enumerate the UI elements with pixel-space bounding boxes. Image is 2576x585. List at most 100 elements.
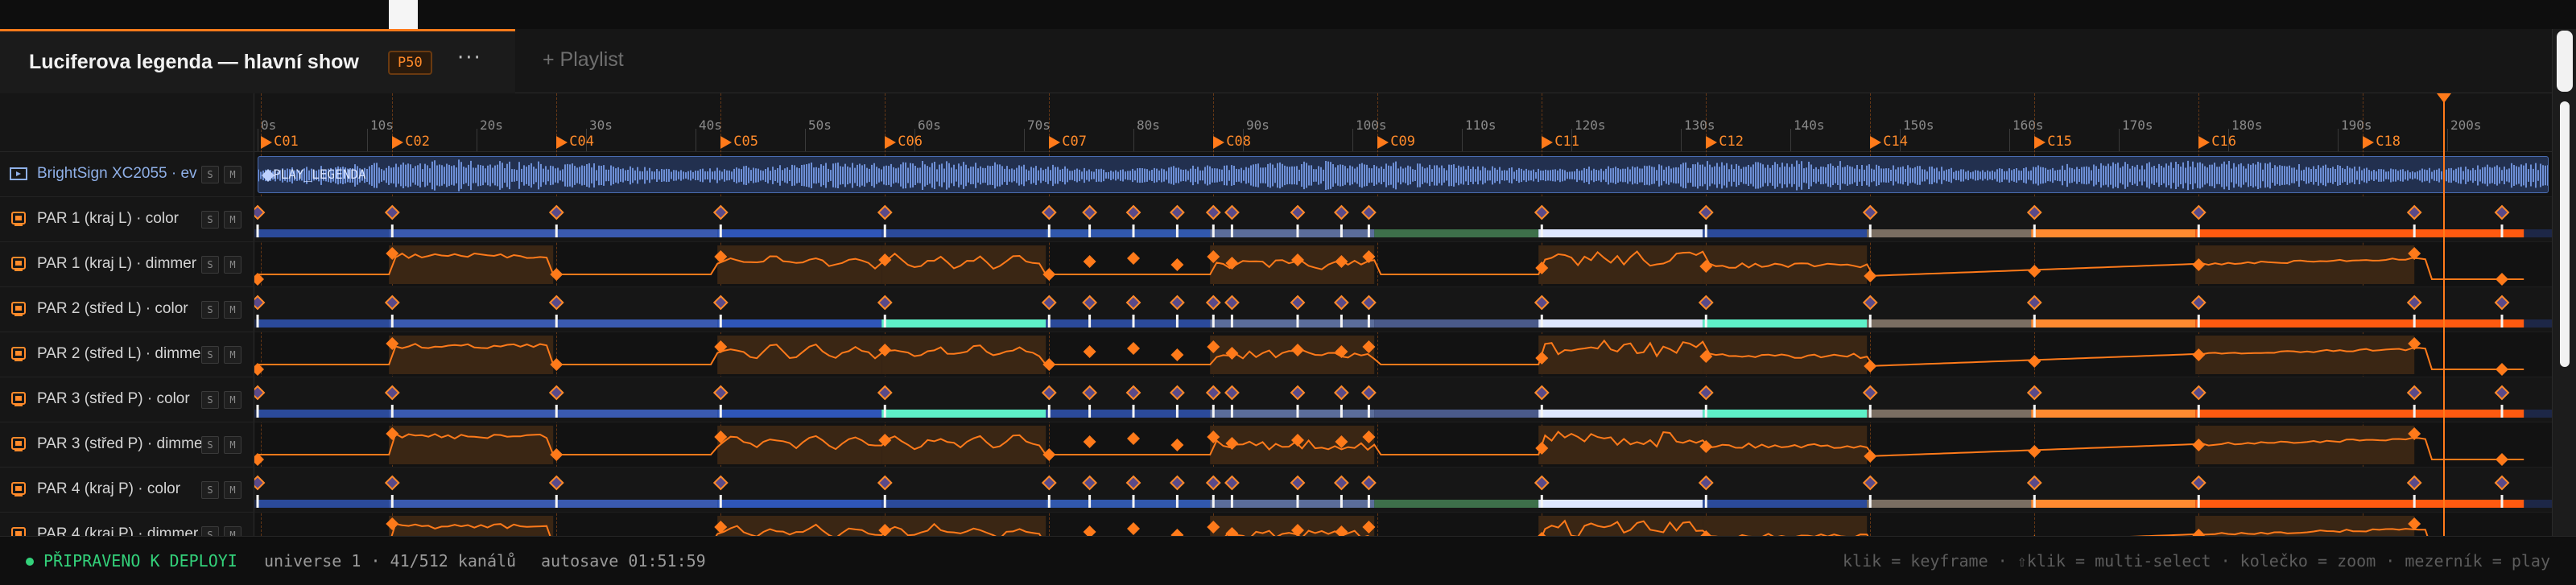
keyframe-icon: [2496, 453, 2508, 466]
cue-label[interactable]: C05: [720, 134, 758, 150]
ruler-tick-label: 170s: [2122, 117, 2153, 133]
keyframe-icon: [712, 385, 729, 401]
keyframe-icon: [1698, 475, 1714, 491]
track-header[interactable]: PAR 2 (střed L) · color S M: [0, 287, 254, 332]
track-header[interactable]: PAR 1 (kraj L) · dimmer S M: [0, 242, 254, 287]
color-lane[interactable]: [254, 377, 2552, 422]
track-name: PAR 3 (střed P) · color: [37, 390, 190, 407]
mute-button[interactable]: M: [224, 481, 242, 499]
keyframe-icon: [1127, 522, 1140, 535]
keyframe-icon: [2190, 385, 2207, 401]
ruler-tick-label: 130s: [1684, 117, 1715, 133]
color-lane[interactable]: [254, 468, 2552, 513]
cue-label[interactable]: C12: [1706, 134, 1744, 150]
solo-button[interactable]: S: [201, 391, 219, 409]
cue-label[interactable]: C15: [2034, 134, 2072, 150]
cue-label[interactable]: C02: [392, 134, 430, 150]
priority-badge: P50: [388, 51, 432, 75]
audio-clip[interactable]: PLAY_LEGENDA: [258, 156, 2549, 193]
timeline[interactable]: 0s 10s 20s 30s 40s 50s 60s 70s 80s 90s 100s 110s 120…: [254, 93, 2552, 536]
track-header[interactable]: BrightSign XC2055 · ev S M: [0, 152, 254, 197]
keyframe-icon: [548, 295, 564, 311]
dimmer-lane[interactable]: [254, 513, 2552, 536]
cue-label[interactable]: C09: [1377, 134, 1415, 150]
tab-show[interactable]: Luciferova legenda — hlavní show P50 ···: [0, 29, 515, 93]
ruler-tick-label: 110s: [1465, 117, 1496, 133]
time-ruler[interactable]: 0s 10s 20s 30s 40s 50s 60s 70s 80s 90s 100s 110s 120…: [254, 93, 2552, 152]
dimmer-lane[interactable]: [254, 332, 2552, 377]
color-lane[interactable]: [254, 287, 2552, 332]
keyframe-icon: [2496, 273, 2508, 286]
keyframe-icon: [254, 475, 266, 491]
cue-label[interactable]: C18: [2363, 134, 2401, 150]
solo-button[interactable]: S: [201, 346, 219, 364]
track-header[interactable]: PAR 4 (kraj P) · color S M: [0, 468, 254, 513]
ruler-tick: [2119, 129, 2120, 151]
keyframe-icon: [2190, 295, 2207, 311]
solo-button[interactable]: S: [201, 166, 219, 183]
solo-button[interactable]: S: [201, 211, 219, 229]
track-header[interactable]: PAR 3 (střed P) · color S M: [0, 377, 254, 422]
solo-button[interactable]: S: [201, 301, 219, 319]
cue-label[interactable]: C07: [1049, 134, 1087, 150]
fixture-icon: [10, 391, 27, 407]
mute-button[interactable]: M: [224, 166, 242, 183]
keyframe-icon: [254, 204, 266, 220]
keyframe-icon: [1698, 204, 1714, 220]
track-header[interactable]: PAR 3 (střed P) · dimmer S M: [0, 422, 254, 468]
solo-button[interactable]: S: [201, 481, 219, 499]
keyframe-icon: [877, 475, 893, 491]
ruler-tick-label: 140s: [1794, 117, 1825, 133]
keyframe-icon: [1169, 295, 1185, 311]
keyframe-icon: [1169, 385, 1185, 401]
cue-label[interactable]: C08: [1213, 134, 1251, 150]
cue-label[interactable]: C14: [1870, 134, 1908, 150]
color-lane[interactable]: [254, 197, 2552, 242]
cue-label[interactable]: C04: [556, 134, 594, 150]
more-icon[interactable]: ···: [457, 46, 482, 70]
add-playlist-button[interactable]: + Playlist: [543, 48, 624, 72]
mute-button[interactable]: M: [224, 256, 242, 274]
playhead-handle-icon[interactable]: [2436, 93, 2451, 103]
keyframe-icon: [1333, 295, 1349, 311]
mute-button[interactable]: M: [224, 301, 242, 319]
keyframe-icon: [1333, 204, 1349, 220]
mute-button[interactable]: M: [224, 346, 242, 364]
dimmer-lane[interactable]: [254, 422, 2552, 468]
mute-button[interactable]: M: [224, 391, 242, 409]
dimmer-curve: [386, 516, 2429, 536]
ruler-tick-label: 150s: [1903, 117, 1934, 133]
keyframe-icon: [877, 204, 893, 220]
keyframe-icon: [1041, 204, 1057, 220]
solo-button[interactable]: S: [201, 436, 219, 454]
mute-button[interactable]: M: [224, 211, 242, 229]
ruler-tick: [1133, 129, 1134, 151]
scroll-track-thumb[interactable]: [2560, 101, 2570, 367]
keyframe-icon: [1170, 529, 1184, 536]
keyframe-icon: [1360, 204, 1377, 220]
playhead[interactable]: [2442, 93, 2445, 536]
keyframe-icon: [2028, 265, 2041, 278]
scroll-thumb[interactable]: [2557, 31, 2573, 92]
solo-button[interactable]: S: [201, 256, 219, 274]
track-header[interactable]: PAR 2 (střed L) · dimmer S M: [0, 332, 254, 377]
clip-name: PLAY_LEGENDA: [273, 167, 366, 182]
keyframe-icon: [1170, 258, 1184, 271]
cue-label[interactable]: C11: [1542, 134, 1579, 150]
keyframe-icon: [1333, 385, 1349, 401]
mute-button[interactable]: M: [224, 436, 242, 454]
cue-label[interactable]: C16: [2198, 134, 2236, 150]
cue-label[interactable]: C01: [261, 134, 299, 150]
keyframe-icon: [2494, 385, 2510, 401]
keyframe-icon: [2406, 475, 2422, 491]
audio-lane[interactable]: PLAY_LEGENDA: [254, 152, 2552, 197]
keyframe-icon: [1290, 385, 1306, 401]
dimmer-lane[interactable]: [254, 242, 2552, 287]
keyframe-icon: [1534, 385, 1550, 401]
cue-label[interactable]: C06: [885, 134, 923, 150]
keyframe-icon: [1205, 295, 1221, 311]
color-bar: [254, 295, 2552, 328]
track-header[interactable]: PAR 1 (kraj L) · color S M: [0, 197, 254, 242]
vertical-scrollbar[interactable]: [2552, 29, 2576, 536]
keyframe-icon: [1127, 432, 1140, 445]
